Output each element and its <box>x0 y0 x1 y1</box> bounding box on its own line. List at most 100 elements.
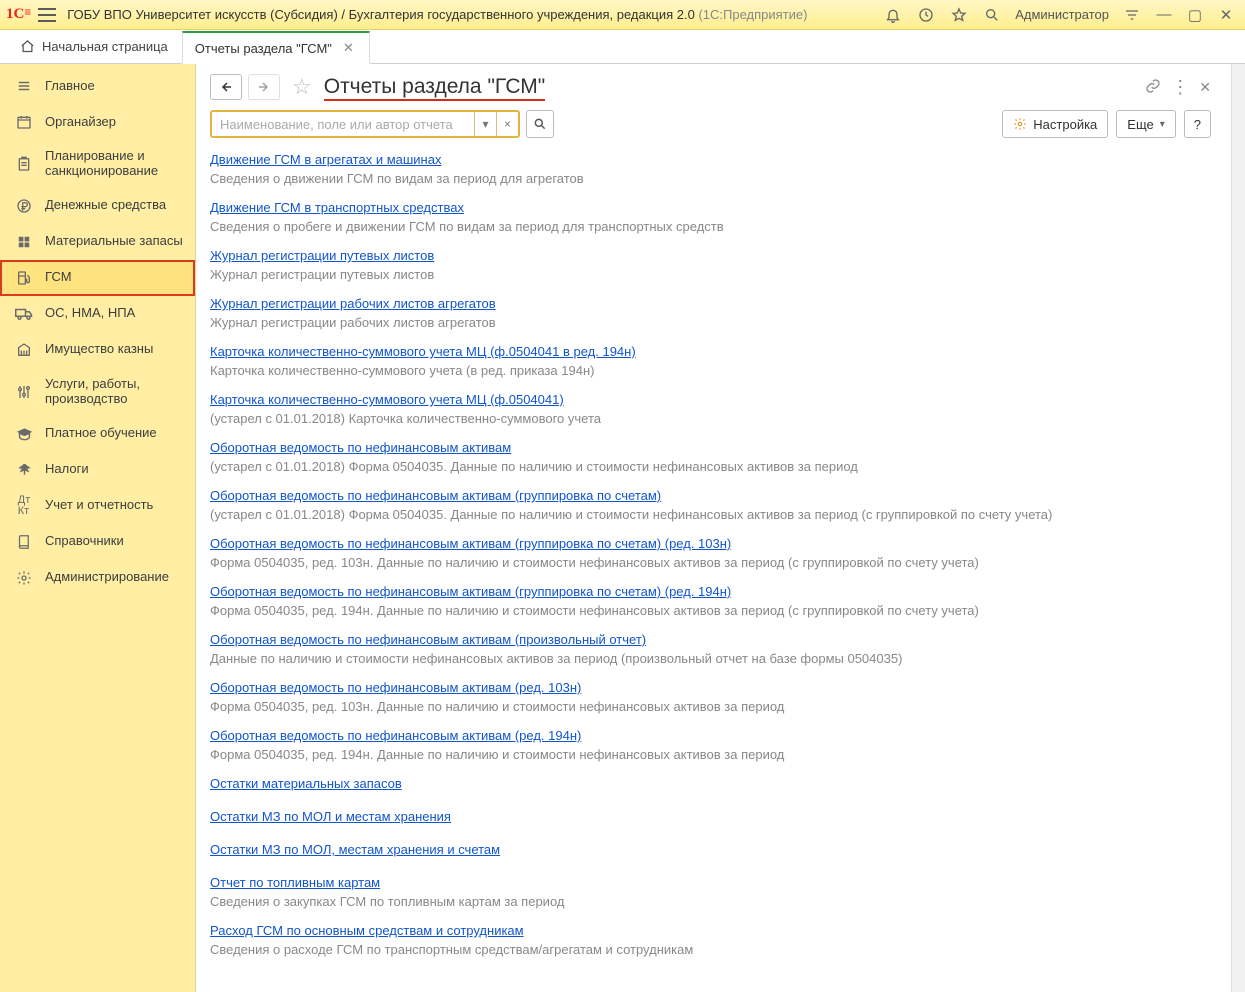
report-link[interactable]: Оборотная ведомость по нефинансовым акти… <box>210 680 581 695</box>
minimize-button[interactable]: — <box>1151 6 1177 23</box>
more-button[interactable]: Еще ▾ <box>1116 110 1175 138</box>
sidebar-item-label: Администрирование <box>45 570 185 585</box>
search-clear-button[interactable]: × <box>496 112 518 136</box>
report-link[interactable]: Оборотная ведомость по нефинансовым акти… <box>210 488 661 503</box>
sidebar-item-materials[interactable]: Материальные запасы <box>0 224 195 260</box>
scrollbar[interactable] <box>1231 64 1245 992</box>
report-link[interactable]: Остатки материальных запасов <box>210 776 402 791</box>
report-description: Форма 0504035, ред. 103н. Данные по нали… <box>210 699 1211 714</box>
settings-button-label: Настройка <box>1033 117 1097 132</box>
sidebar-item-money[interactable]: Денежные средства <box>0 188 195 224</box>
report-link[interactable]: Оборотная ведомость по нефинансовым акти… <box>210 440 511 455</box>
report-item: Карточка количественно-суммового учета М… <box>210 392 1211 426</box>
active-tab-label: Отчеты раздела "ГСМ" <box>195 41 332 56</box>
more-button-label: Еще <box>1127 117 1153 132</box>
sidebar-item-taxes[interactable]: Налоги <box>0 452 195 488</box>
sidebar-item-accounting[interactable]: ДтКт Учет и отчетность <box>0 488 195 524</box>
sidebar-item-organizer[interactable]: Органайзер <box>0 104 195 140</box>
search-dropdown-button[interactable]: ▾ <box>474 112 496 136</box>
home-icon <box>20 39 35 54</box>
report-description: (устарел с 01.01.2018) Карточка количест… <box>210 411 1211 426</box>
user-name[interactable]: Администратор <box>1011 7 1113 22</box>
sidebar-item-label: Денежные средства <box>45 198 185 213</box>
search-input[interactable] <box>212 112 474 136</box>
caret-down-icon: ▾ <box>1160 119 1165 130</box>
close-page-button[interactable]: ✕ <box>1199 79 1211 96</box>
eagle-icon <box>14 461 34 479</box>
sidebar-item-admin[interactable]: Администрирование <box>0 560 195 596</box>
history-icon[interactable] <box>912 3 940 27</box>
report-item: Оборотная ведомость по нефинансовым акти… <box>210 440 1211 474</box>
sidebar-item-fuel[interactable]: ГСМ <box>0 260 195 296</box>
search-field: ▾ × <box>210 110 520 138</box>
report-item: Оборотная ведомость по нефинансовым акти… <box>210 536 1211 570</box>
report-item: Движение ГСМ в транспортных средствахСве… <box>210 200 1211 234</box>
report-link[interactable]: Журнал регистрации путевых листов <box>210 248 434 263</box>
home-tab[interactable]: Начальная страница <box>6 30 182 63</box>
report-description: Форма 0504035, ред. 194н. Данные по нали… <box>210 747 1211 762</box>
report-link[interactable]: Карточка количественно-суммового учета М… <box>210 344 636 359</box>
nav-back-button[interactable] <box>210 74 242 100</box>
report-link[interactable]: Движение ГСМ в транспортных средствах <box>210 200 464 215</box>
help-button-label: ? <box>1194 117 1201 132</box>
active-tab[interactable]: Отчеты раздела "ГСМ" ✕ <box>182 31 370 64</box>
page-title: Отчеты раздела "ГСМ" <box>324 75 545 99</box>
close-tab-button[interactable]: ✕ <box>340 39 357 57</box>
sidebar-item-education[interactable]: Платное обучение <box>0 416 195 452</box>
report-link[interactable]: Оборотная ведомость по нефинансовым акти… <box>210 584 731 599</box>
link-icon[interactable] <box>1145 78 1161 97</box>
kebab-menu-icon[interactable]: ⋮ <box>1171 77 1189 98</box>
search-icon[interactable] <box>978 3 1006 27</box>
calendar-icon <box>14 113 34 131</box>
close-window-button[interactable]: ✕ <box>1213 6 1239 24</box>
report-link[interactable]: Журнал регистрации рабочих листов агрега… <box>210 296 496 311</box>
sidebar-item-label: Материальные запасы <box>45 234 185 249</box>
gear-icon <box>1013 117 1027 131</box>
hamburger-icon[interactable] <box>38 8 56 22</box>
report-link[interactable]: Остатки МЗ по МОЛ, местам хранения и сче… <box>210 842 500 857</box>
filter-lines-icon[interactable] <box>1118 3 1146 27</box>
bell-icon[interactable] <box>879 3 907 27</box>
report-link[interactable]: Отчет по топливным картам <box>210 875 380 890</box>
sidebar-item-services[interactable]: Услуги, работы, производство <box>0 368 195 416</box>
sidebar-item-label: Органайзер <box>45 115 185 130</box>
report-item: Карточка количественно-суммового учета М… <box>210 344 1211 378</box>
report-item: Оборотная ведомость по нефинансовым акти… <box>210 584 1211 618</box>
sidebar-item-planning[interactable]: Планирование и санкционирование <box>0 140 195 188</box>
star-icon[interactable] <box>945 3 973 27</box>
report-toolbar: ▾ × Настройка Еще ▾ ? <box>210 110 1211 138</box>
report-link[interactable]: Движение ГСМ в агрегатах и машинах <box>210 152 441 167</box>
report-link[interactable]: Оборотная ведомость по нефинансовым акти… <box>210 536 731 551</box>
navigation-sidebar: Главное Органайзер Планирование и санкци… <box>0 64 196 992</box>
settings-button[interactable]: Настройка <box>1002 110 1108 138</box>
sidebar-item-label: Планирование и санкционирование <box>45 149 185 179</box>
help-button[interactable]: ? <box>1184 110 1211 138</box>
report-item: Журнал регистрации рабочих листов агрега… <box>210 296 1211 330</box>
report-description: Форма 0504035, ред. 194н. Данные по нали… <box>210 603 1211 618</box>
favorite-star-icon[interactable]: ☆ <box>292 74 312 100</box>
sidebar-item-label: ОС, НМА, НПА <box>45 306 185 321</box>
report-item: Остатки МЗ по МОЛ, местам хранения и сче… <box>210 842 1211 861</box>
report-list: Движение ГСМ в агрегатах и машинахСведен… <box>210 152 1211 967</box>
report-link[interactable]: Остатки МЗ по МОЛ и местам хранения <box>210 809 451 824</box>
report-link[interactable]: Расход ГСМ по основным средствам и сотру… <box>210 923 524 938</box>
sidebar-item-label: Услуги, работы, производство <box>45 377 185 407</box>
report-link[interactable]: Оборотная ведомость по нефинансовым акти… <box>210 728 581 743</box>
report-item: Отчет по топливным картамСведения о заку… <box>210 875 1211 909</box>
boxes-icon <box>14 233 34 251</box>
find-button[interactable] <box>526 110 554 138</box>
ruble-icon <box>14 197 34 215</box>
nav-forward-button[interactable] <box>248 74 280 100</box>
report-link[interactable]: Оборотная ведомость по нефинансовым акти… <box>210 632 646 647</box>
sidebar-item-catalogs[interactable]: Справочники <box>0 524 195 560</box>
title-bar: 1С≡ ГОБУ ВПО Университет искусств (Субси… <box>0 0 1245 30</box>
report-link[interactable]: Карточка количественно-суммового учета М… <box>210 392 564 407</box>
report-description: Форма 0504035, ред. 103н. Данные по нали… <box>210 555 1211 570</box>
sidebar-item-treasury[interactable]: Имущество казны <box>0 332 195 368</box>
fuel-icon <box>14 269 34 287</box>
sidebar-item-assets[interactable]: ОС, НМА, НПА <box>0 296 195 332</box>
sidebar-item-main[interactable]: Главное <box>0 68 195 104</box>
graduation-icon <box>14 425 34 443</box>
maximize-button[interactable]: ▢ <box>1182 6 1208 24</box>
sidebar-item-label: ГСМ <box>45 270 185 285</box>
